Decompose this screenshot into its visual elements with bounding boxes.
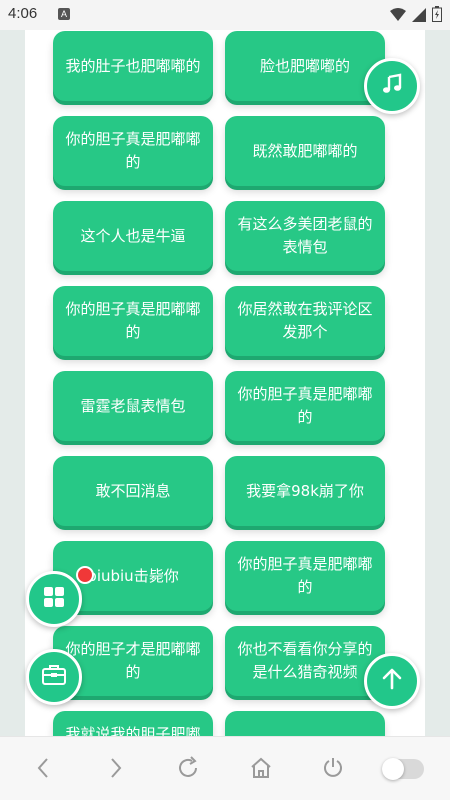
arrow-up-icon	[381, 668, 403, 694]
power-button[interactable]	[320, 757, 346, 783]
forward-button[interactable]	[103, 757, 129, 783]
emoji-tile[interactable]: 你的胆子真是肥嘟嘟的	[53, 286, 213, 356]
emoji-tile[interactable]: 雷霆老鼠表情包	[53, 371, 213, 441]
apps-grid-button[interactable]	[26, 571, 82, 627]
emoji-tile[interactable]: 你的胆子真是肥嘟嘟的	[53, 116, 213, 186]
home-button[interactable]	[248, 757, 274, 783]
emoji-tile[interactable]: 我要拿98k崩了你	[225, 456, 385, 526]
emoji-tile[interactable]: 有这么多美团老鼠的表情包	[225, 201, 385, 271]
toolbox-button[interactable]	[26, 649, 82, 705]
emoji-tile[interactable]: 你的胆子真是肥嘟嘟的	[225, 541, 385, 611]
emoji-tile[interactable]: 脸也肥嘟嘟的	[225, 31, 385, 101]
music-icon	[380, 72, 404, 100]
emoji-tile[interactable]: 不对这种蟑螂表情包	[225, 711, 385, 736]
emoji-tile[interactable]: 你居然敢在我评论区发那个	[225, 286, 385, 356]
chevron-right-icon	[109, 757, 123, 783]
home-icon	[249, 756, 273, 784]
battery-icon	[432, 6, 442, 26]
emoji-tile[interactable]: 既然敢肥嘟嘟的	[225, 116, 385, 186]
toolbox-icon	[41, 663, 67, 691]
toggle-knob	[382, 758, 404, 780]
status-bar: 4:06 A	[0, 0, 450, 30]
signal-icon	[412, 7, 426, 26]
notification-icon: A	[58, 8, 70, 20]
night-mode-toggle[interactable]	[382, 758, 424, 780]
notification-badge	[76, 566, 94, 584]
emoji-tile[interactable]: 你也不看看你分享的是什么猎奇视频	[225, 626, 385, 696]
refresh-icon	[176, 756, 200, 784]
music-button[interactable]	[364, 58, 420, 114]
tile-panel[interactable]: 我的肚子也肥嘟嘟的 脸也肥嘟嘟的 你的胆子真是肥嘟嘟的 既然敢肥嘟嘟的 这个人也是牛逼有…	[25, 30, 425, 736]
status-time: 4:06	[8, 5, 38, 22]
emoji-tile[interactable]: 我的肚子也肥嘟嘟的	[53, 31, 213, 101]
emoji-tile[interactable]: 这个人也是牛逼	[53, 201, 213, 271]
chevron-left-icon	[36, 757, 50, 783]
back-button[interactable]	[30, 757, 56, 783]
emoji-tile[interactable]: 你的胆子真是肥嘟嘟的	[225, 371, 385, 441]
main-content[interactable]: 我的肚子也肥嘟嘟的 脸也肥嘟嘟的 你的胆子真是肥嘟嘟的 既然敢肥嘟嘟的 这个人也是牛逼有…	[0, 30, 450, 736]
apps-grid-icon	[42, 585, 66, 613]
refresh-button[interactable]	[175, 756, 201, 784]
browser-nav-bar	[0, 736, 450, 800]
wifi-icon	[390, 7, 406, 26]
power-icon	[321, 756, 345, 784]
emoji-tile[interactable]: 敢不回消息	[53, 456, 213, 526]
scroll-top-button[interactable]	[364, 653, 420, 709]
emoji-tile[interactable]: 我就说我的胆子肥嘟嘟	[53, 711, 213, 736]
